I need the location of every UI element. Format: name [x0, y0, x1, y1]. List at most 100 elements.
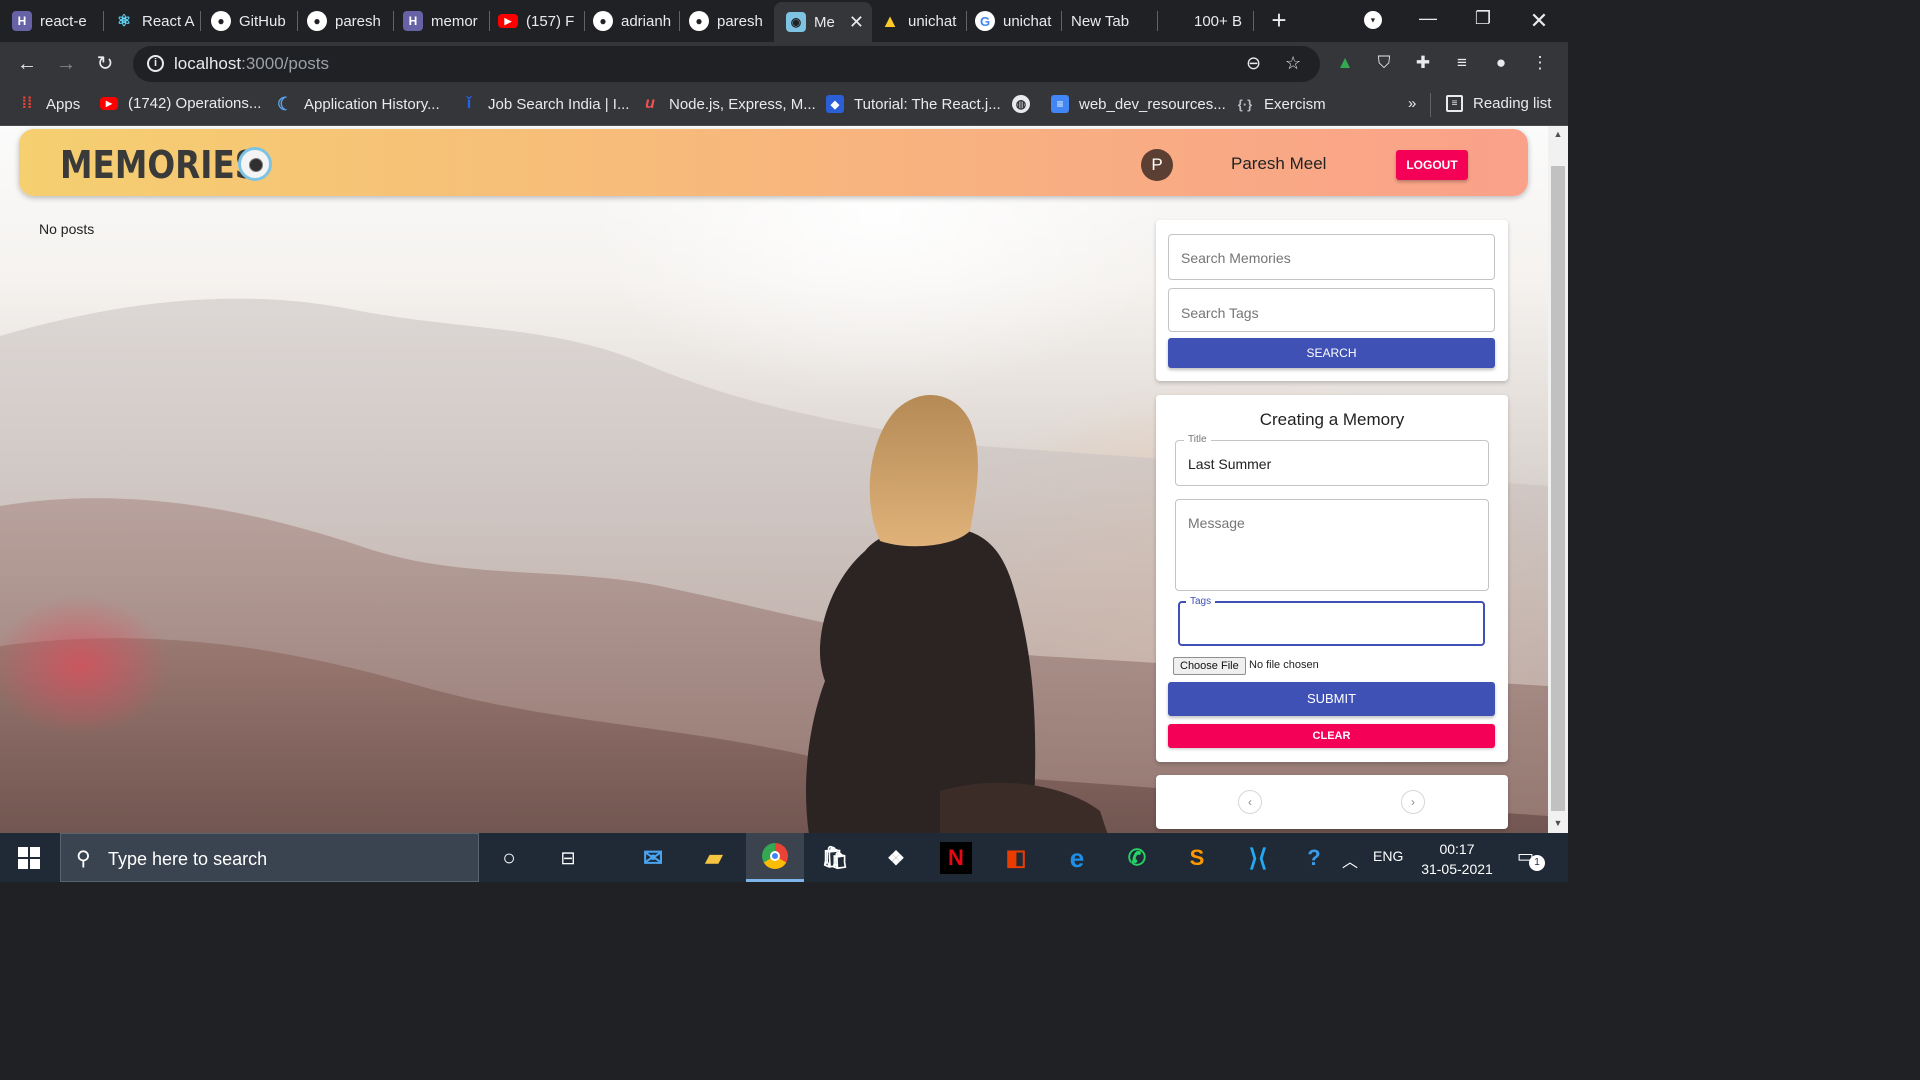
minimize-icon[interactable]: — — [1413, 8, 1443, 29]
site-info-icon[interactable]: i — [147, 55, 164, 72]
tags-field[interactable]: Tags — [1178, 596, 1485, 646]
sublime-text-icon[interactable]: S — [1181, 842, 1213, 874]
bookmark-exercism[interactable]: {·} Exercism — [1236, 95, 1326, 113]
address-bar[interactable]: i localhost:3000/posts ⊖ ☆ — [133, 46, 1320, 82]
reading-list-button[interactable]: ≡ Reading list — [1446, 95, 1551, 112]
brand-title[interactable]: MEMORIES — [60, 143, 258, 187]
scroll-up-icon[interactable]: ▲ — [1548, 126, 1568, 142]
forward-icon[interactable]: → — [54, 52, 78, 76]
scroll-thumb[interactable] — [1551, 166, 1565, 811]
cortana-icon[interactable]: ○ — [493, 842, 525, 874]
search-memories-input[interactable]: Search Memories — [1168, 234, 1495, 280]
media-queue-icon[interactable]: ≡ — [1451, 52, 1473, 74]
bookmark-application-history[interactable]: ☾ Application History... — [276, 94, 440, 114]
youtube-icon: ▶ — [100, 97, 118, 110]
scroll-down-icon[interactable]: ▼ — [1548, 815, 1568, 831]
bookmark-operations[interactable]: ▶ (1742) Operations... — [100, 95, 261, 112]
taskbar-search-box[interactable]: ⚲ Type here to search — [60, 833, 479, 882]
tab-react-a[interactable]: ⚛ React A — [114, 0, 201, 42]
browser-toolbar: ← → ↻ i localhost:3000/posts ⊖ ☆ ▲ ⛉ ✚ ≡… — [0, 42, 1568, 86]
bookmarks-overflow-icon[interactable]: » — [1408, 95, 1416, 112]
zoom-icon[interactable]: ⊖ — [1246, 53, 1261, 74]
chrome-menu-icon[interactable]: ⋮ — [1529, 52, 1551, 74]
page-viewport: MEMORIES P Paresh Meel LOGOUT No posts S… — [0, 126, 1548, 833]
choose-file-button[interactable]: Choose File — [1173, 657, 1246, 675]
edge-icon[interactable]: e — [1061, 842, 1093, 874]
tab-100-b[interactable]: 100+ B — [1194, 0, 1254, 42]
bookmark-apps[interactable]: ⁞⁞ Apps — [18, 95, 81, 113]
microsoft-store-icon[interactable]: 🛍 — [819, 842, 851, 874]
page-scrollbar[interactable]: ▲ ▼ — [1548, 126, 1568, 833]
tab-unichat-google[interactable]: G unichat — [975, 0, 1062, 42]
shield-extension-icon[interactable]: ⛉ — [1373, 52, 1395, 74]
mail-icon[interactable]: ✉ — [637, 842, 669, 874]
tab-label: react-e — [40, 12, 87, 30]
clear-button[interactable]: CLEAR — [1168, 724, 1495, 748]
github-icon: ● — [211, 11, 231, 31]
file-explorer-icon[interactable]: ▰ — [698, 842, 730, 874]
prev-page-icon[interactable]: ‹ — [1238, 790, 1262, 814]
message-textarea[interactable]: Message — [1175, 499, 1489, 591]
tab-github[interactable]: ● GitHub — [211, 0, 298, 42]
language-indicator[interactable]: ENG — [1373, 848, 1403, 864]
bookmark-web-dev-resources[interactable]: ≡ web_dev_resources... — [1051, 95, 1226, 113]
notifications-icon[interactable]: ▭ 1 — [1517, 846, 1545, 871]
youtube-icon: ▶ — [498, 14, 518, 28]
task-view-icon[interactable]: ⊟ — [552, 842, 584, 874]
help-icon[interactable]: ? — [1298, 842, 1330, 874]
submit-button[interactable]: SUBMIT — [1168, 682, 1495, 716]
tab-unichat-firebase[interactable]: ▲ unichat — [880, 0, 967, 42]
chrome-taskbar-icon[interactable] — [746, 833, 804, 882]
memories-logo-icon — [238, 147, 272, 181]
tab-label: New Tab — [1071, 12, 1130, 30]
close-window-icon[interactable]: ✕ — [1524, 8, 1554, 34]
tab-search-icon[interactable]: ▼ — [1364, 11, 1382, 29]
tab-strip: H react-e ⚛ React A ● GitHub ● paresh H … — [0, 0, 1568, 42]
title-field[interactable]: Title Last Summer — [1175, 434, 1489, 486]
restore-icon[interactable]: ❐ — [1468, 8, 1498, 29]
udemy-icon: u — [645, 95, 655, 112]
tab-memor[interactable]: H memor — [403, 0, 490, 42]
tab-memories-active[interactable]: ◉ Me ✕ — [774, 2, 872, 42]
next-page-icon[interactable]: › — [1401, 790, 1425, 814]
bookmark-globe[interactable]: ◍ — [1012, 95, 1040, 113]
netflix-icon[interactable]: N — [940, 842, 972, 874]
close-tab-icon[interactable]: ✕ — [849, 12, 864, 33]
tab-paresh-2[interactable]: ● paresh — [689, 0, 776, 42]
tab-new-tab[interactable]: New Tab — [1071, 0, 1158, 42]
new-tab-icon[interactable]: + — [1266, 7, 1292, 34]
tab-youtube[interactable]: ▶ (157) F — [498, 0, 585, 42]
google-drive-icon[interactable]: ▲ — [1334, 52, 1356, 74]
search-card: Search Memories Search Tags SEARCH — [1156, 220, 1508, 381]
url-text[interactable]: localhost:3000/posts — [174, 54, 329, 74]
search-button[interactable]: SEARCH — [1168, 338, 1495, 368]
windows-start-icon[interactable] — [18, 847, 40, 869]
tab-label: GitHub — [239, 12, 286, 30]
tab-react-e[interactable]: H react-e — [12, 0, 104, 42]
tray-overflow-icon[interactable]: ︿ — [1342, 848, 1358, 872]
dropbox-icon[interactable]: ❖ — [880, 842, 912, 874]
tab-adrianh[interactable]: ● adrianh — [593, 0, 680, 42]
reload-icon[interactable]: ↻ — [93, 52, 117, 76]
bookmark-nodejs-course[interactable]: u Node.js, Express, M... — [641, 95, 816, 113]
taskbar-clock[interactable]: 00:17 31-05-2021 — [1414, 839, 1500, 879]
tab-label: paresh — [717, 12, 763, 30]
tab-label: Me — [814, 13, 835, 31]
profile-icon[interactable]: ● — [1490, 52, 1512, 74]
file-status-text: No file chosen — [1249, 659, 1319, 671]
whatsapp-icon[interactable]: ✆ — [1121, 842, 1153, 874]
logout-button[interactable]: LOGOUT — [1396, 150, 1468, 180]
tab-paresh[interactable]: ● paresh — [307, 0, 394, 42]
search-tags-input[interactable]: Search Tags — [1168, 288, 1495, 332]
back-icon[interactable]: ← — [15, 52, 39, 76]
indeed-icon: ǐ — [466, 95, 472, 112]
bookmark-job-search[interactable]: ǐ Job Search India | I... — [460, 95, 630, 113]
firebase-icon: ▲ — [881, 10, 899, 31]
heroku-icon: H — [403, 11, 423, 31]
extensions-puzzle-icon[interactable]: ✚ — [1412, 52, 1434, 74]
vscode-icon[interactable]: ⟩⟨ — [1242, 842, 1274, 874]
search-icon: ⚲ — [76, 848, 91, 870]
bookmark-react-tutorial[interactable]: ◆ Tutorial: The React.j... — [826, 95, 1001, 113]
bookmark-star-icon[interactable]: ☆ — [1285, 53, 1301, 74]
office-icon[interactable]: ◧ — [1000, 842, 1032, 874]
